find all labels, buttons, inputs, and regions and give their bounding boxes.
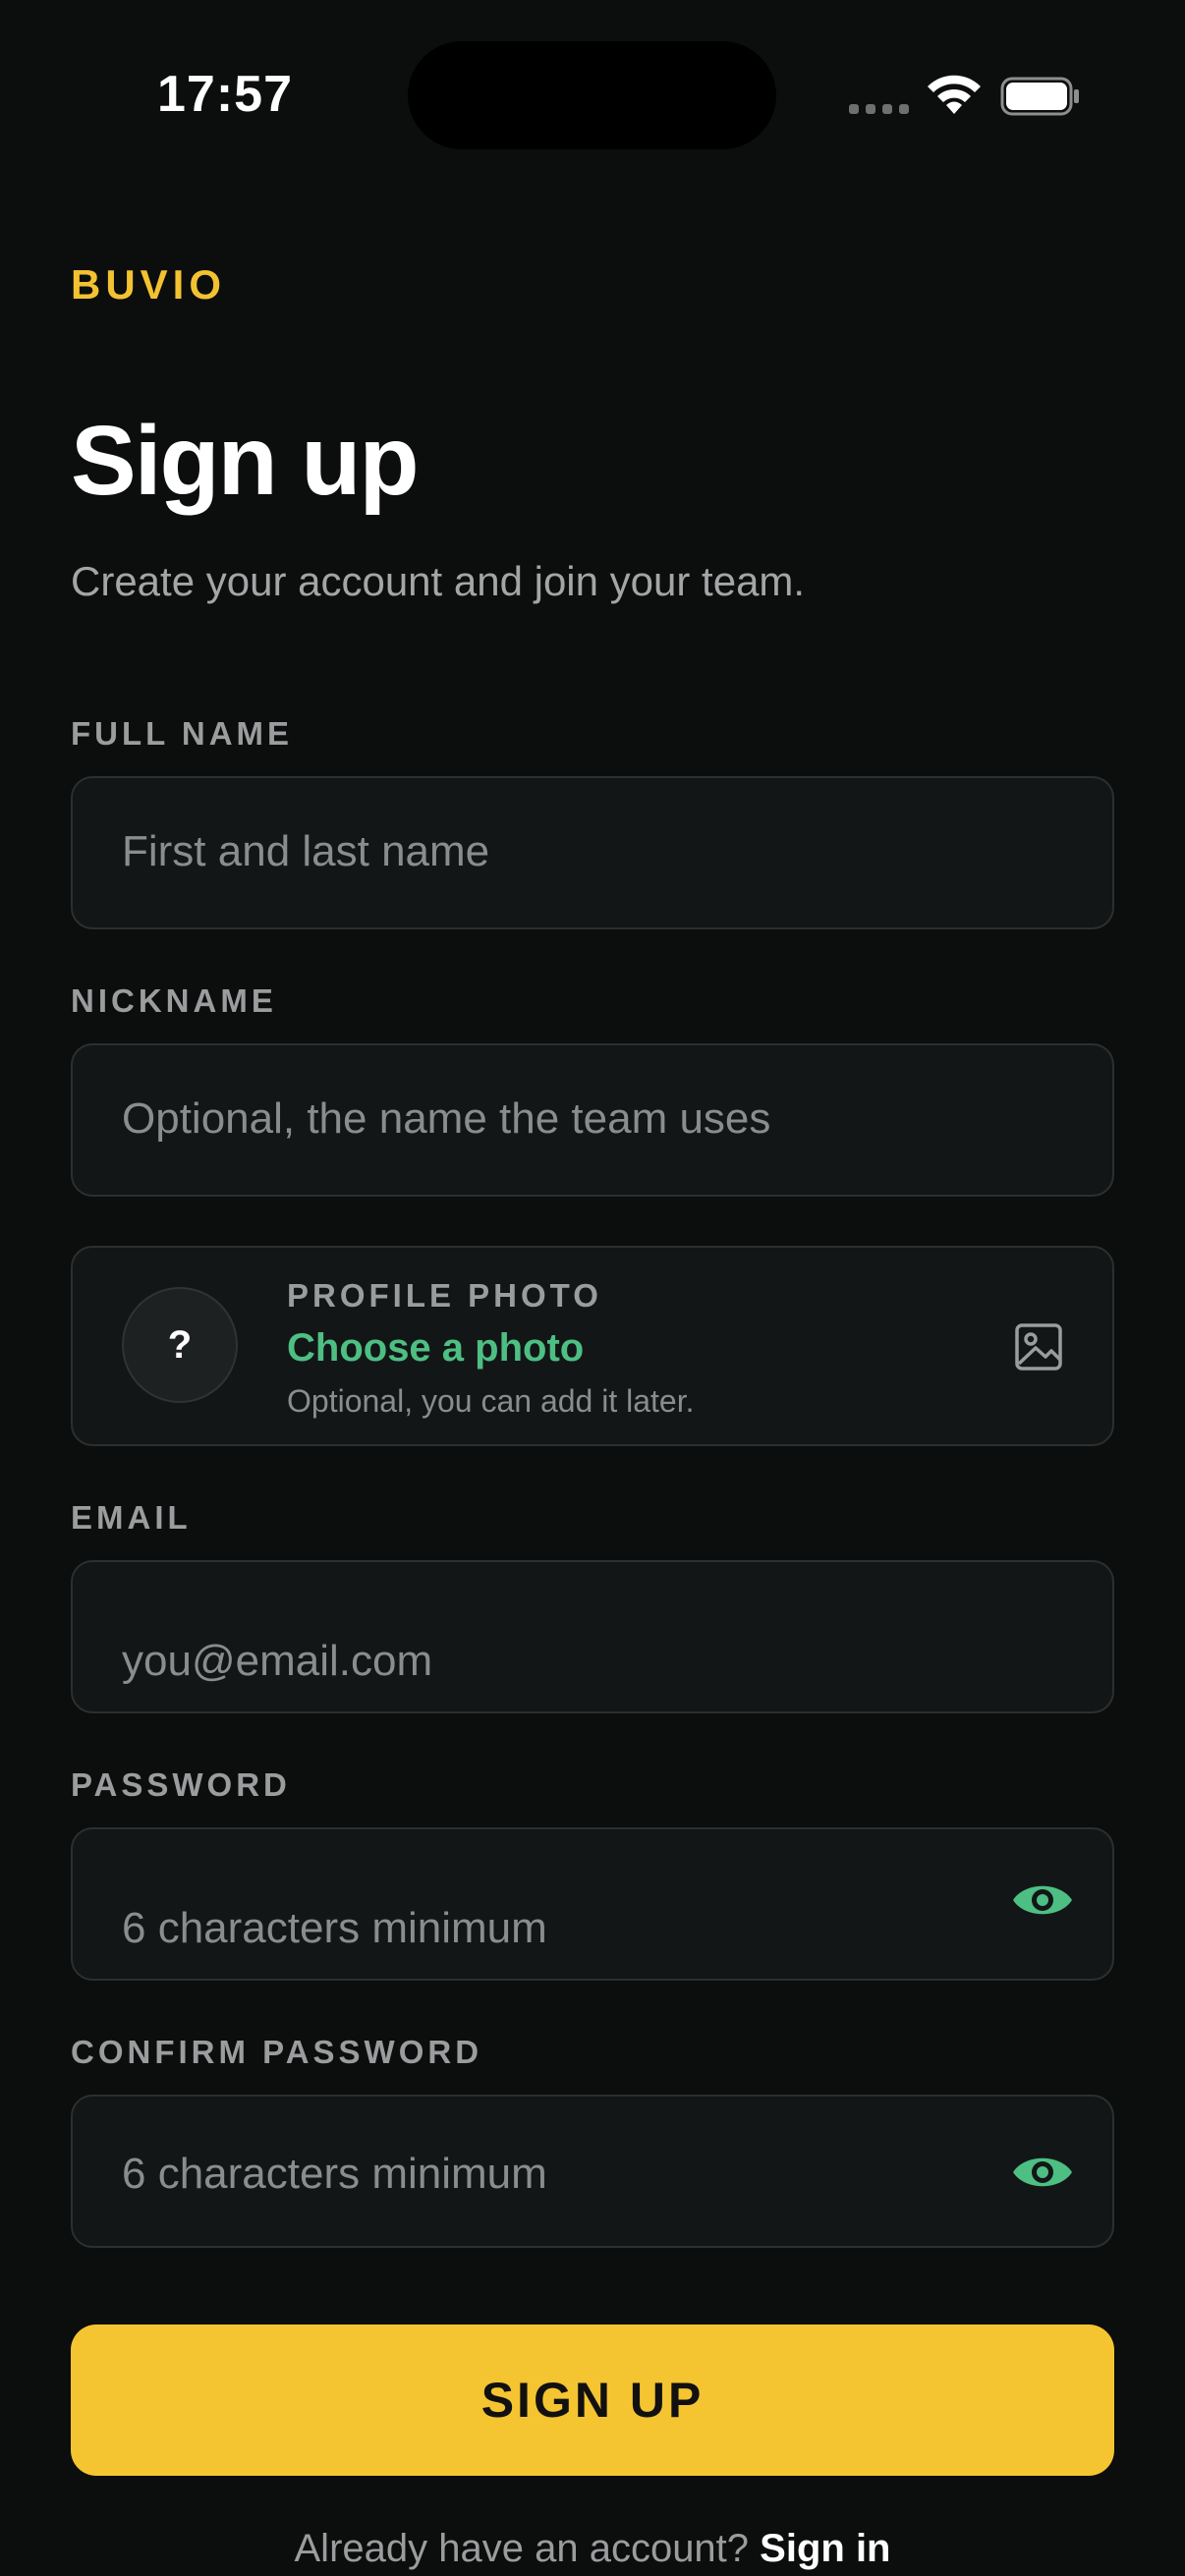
eye-icon[interactable] <box>1010 1878 1075 1922</box>
page-title: Sign up <box>71 406 420 516</box>
page-subtitle: Create your account and join your team. <box>71 558 806 604</box>
password-label: PASSWORD <box>71 1766 291 1803</box>
signup-screen: 17:57 BUVIO Sign up Create your account … <box>0 0 1185 2576</box>
full-name-label: FULL NAME <box>71 715 294 752</box>
nickname-input[interactable] <box>122 1094 994 1144</box>
confirm-password-field-container <box>71 2095 1114 2248</box>
avatar-placeholder: ? <box>122 1287 238 1403</box>
eye-icon[interactable] <box>1010 2151 1075 2194</box>
wifi-icon <box>928 75 981 114</box>
profile-photo-label: PROFILE PHOTO <box>287 1277 602 1314</box>
password-input[interactable] <box>122 1904 994 1953</box>
dynamic-island <box>408 41 776 149</box>
signin-prompt: Already have an account? Sign in <box>0 2527 1185 2571</box>
image-icon[interactable] <box>1014 1322 1063 1372</box>
email-field-container <box>71 1560 1114 1713</box>
status-time: 17:57 <box>157 66 293 123</box>
email-input[interactable] <box>122 1637 994 1686</box>
cellular-signal-icon <box>849 104 909 114</box>
nickname-field-container <box>71 1043 1114 1197</box>
confirm-password-input[interactable] <box>122 2150 994 2199</box>
full-name-field-container <box>71 776 1114 929</box>
full-name-input[interactable] <box>122 827 994 876</box>
password-field-container <box>71 1827 1114 1981</box>
email-label: EMAIL <box>71 1499 192 1536</box>
nickname-label: NICKNAME <box>71 982 277 1019</box>
signup-button[interactable]: SIGN UP <box>71 2324 1114 2476</box>
signin-prompt-text: Already have an account? <box>294 2527 750 2570</box>
battery-icon <box>1000 77 1079 116</box>
choose-photo-link[interactable]: Choose a photo <box>287 1326 584 1371</box>
profile-photo-card[interactable]: ? PROFILE PHOTO Choose a photo Optional,… <box>71 1246 1114 1446</box>
signin-link[interactable]: Sign in <box>760 2527 890 2570</box>
confirm-password-label: CONFIRM PASSWORD <box>71 2034 483 2070</box>
brand-logo: BUVIO <box>71 261 227 308</box>
profile-photo-hint: Optional, you can add it later. <box>287 1383 695 1419</box>
